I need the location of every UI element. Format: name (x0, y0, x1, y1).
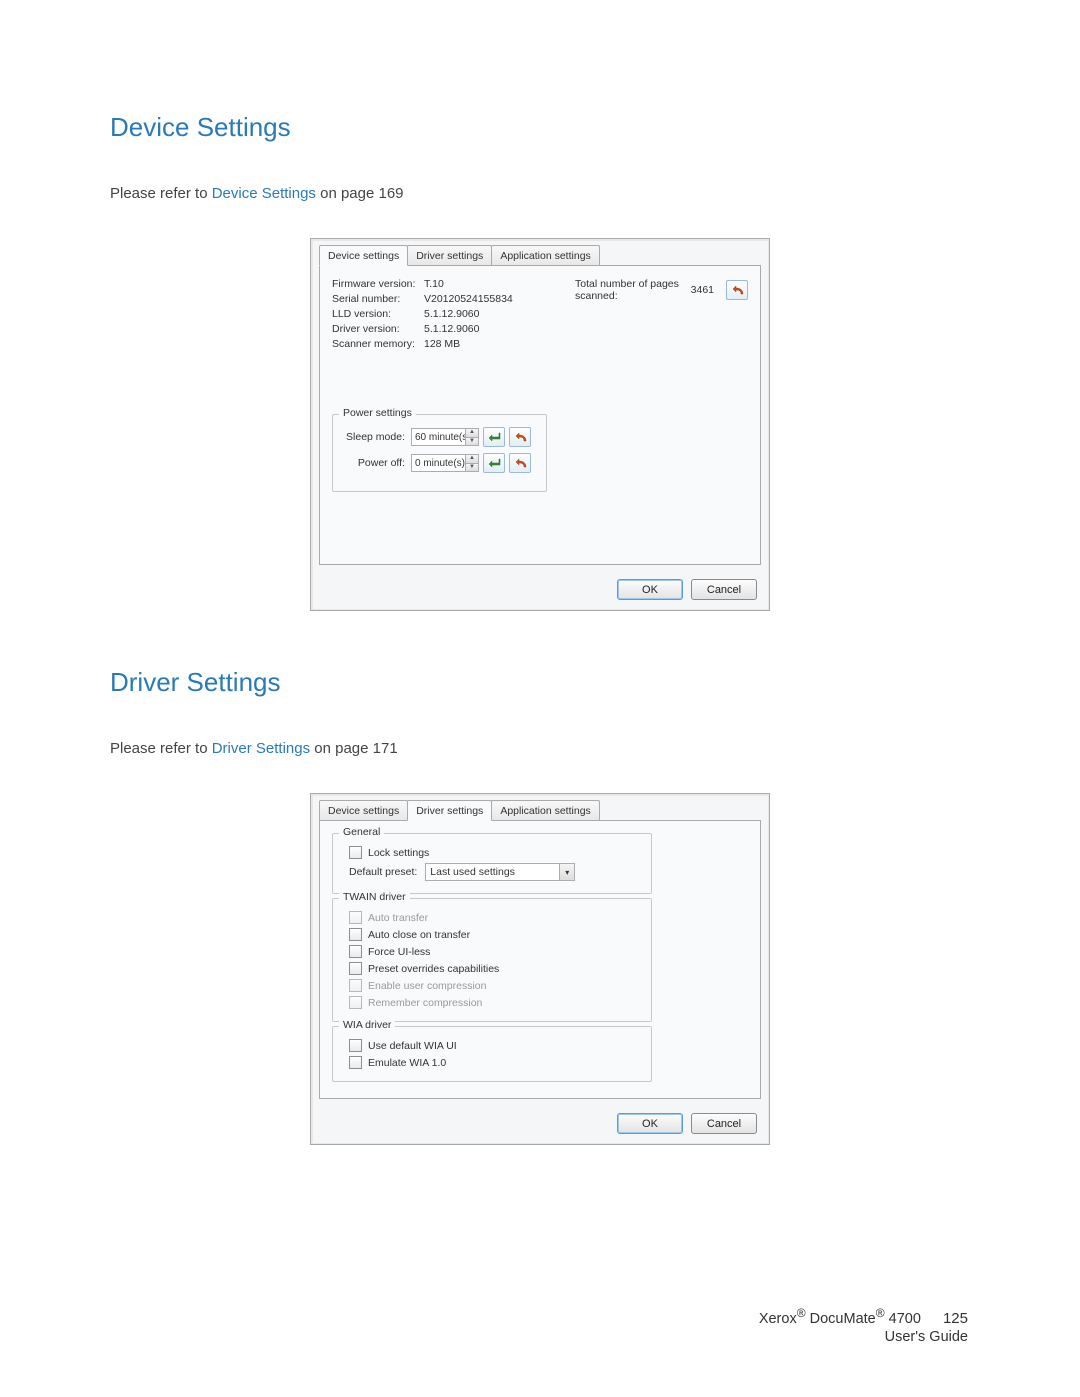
tab-panel-device: Firmware version:T.10 Serial number:V201… (319, 265, 761, 565)
lld-value: 5.1.12.9060 (424, 308, 479, 320)
sleep-label: Sleep mode: (343, 431, 411, 443)
reset-pages-button[interactable] (726, 280, 748, 300)
checkbox-lock-settings[interactable] (349, 846, 362, 859)
enable-compression-label: Enable user compression (368, 980, 486, 992)
tab-application-settings[interactable]: Application settings (491, 245, 599, 265)
undo-icon (514, 458, 527, 469)
poweroff-label: Power off: (343, 457, 411, 469)
group-twain: TWAIN driver Auto transfer Auto close on… (332, 898, 652, 1022)
refer-post: on page 171 (310, 740, 398, 757)
page-footer: Xerox® DocuMate® 4700 125 User's Guide (759, 1306, 968, 1345)
chevron-down-icon[interactable]: ▼ (465, 464, 478, 472)
checkbox-auto-transfer[interactable] (349, 911, 362, 924)
emulate-wia-label: Emulate WIA 1.0 (368, 1057, 446, 1069)
page-content: Device Settings Please refer to Device S… (0, 0, 1080, 1145)
chevron-up-icon[interactable]: ▲ (465, 429, 478, 438)
link-device-settings[interactable]: Device Settings (212, 185, 316, 202)
tab-device-settings[interactable]: Device settings (319, 800, 408, 820)
ok-button[interactable]: OK (617, 579, 683, 600)
sleep-value: 60 minute(s) (415, 432, 471, 443)
chevron-down-icon[interactable]: ▼ (465, 438, 478, 446)
pages-scanned-label: Total number of pages scanned: (575, 278, 683, 302)
default-preset-value: Last used settings (430, 866, 515, 878)
power-legend: Power settings (339, 407, 416, 419)
firmware-label: Firmware version: (332, 278, 424, 290)
enter-arrow-icon (488, 458, 501, 469)
lld-label: LLD version: (332, 308, 424, 320)
apply-poweroff-button[interactable] (483, 453, 505, 473)
tab-panel-driver: General Lock settings Default preset: La… (319, 820, 761, 1099)
mem-value: 128 MB (424, 338, 460, 350)
checkbox-force-uiless[interactable] (349, 945, 362, 958)
undo-icon (514, 432, 527, 443)
poweroff-spinner[interactable]: 0 minute(s) ▲▼ (411, 454, 479, 472)
mem-label: Scanner memory: (332, 338, 424, 350)
refer-driver-settings: Please refer to Driver Settings on page … (110, 740, 970, 757)
chevron-up-icon[interactable]: ▲ (465, 455, 478, 464)
default-preset-label: Default preset: (349, 866, 417, 878)
auto-close-label: Auto close on transfer (368, 929, 470, 941)
footer-brand-1: Xerox (759, 1311, 797, 1327)
refer-post: on page 169 (316, 185, 404, 202)
general-legend: General (339, 826, 384, 838)
preset-override-label: Preset overrides capabilities (368, 963, 499, 975)
refer-pre: Please refer to (110, 185, 212, 202)
checkbox-auto-close[interactable] (349, 928, 362, 941)
fieldset-power-settings: Power settings Sleep mode: 60 minute(s) … (332, 414, 547, 492)
device-info-column: Firmware version:T.10 Serial number:V201… (332, 278, 557, 492)
enter-arrow-icon (488, 432, 501, 443)
heading-driver-settings: Driver Settings (110, 667, 970, 698)
page-number: 125 (943, 1310, 968, 1327)
checkbox-use-default-wia[interactable] (349, 1039, 362, 1052)
use-default-wia-label: Use default WIA UI (368, 1040, 457, 1052)
sleep-spinner[interactable]: 60 minute(s) ▲▼ (411, 428, 479, 446)
pages-scanned-value: 3461 (691, 284, 714, 296)
apply-sleep-button[interactable] (483, 427, 505, 447)
footer-brand-3: 4700 (885, 1311, 921, 1327)
reset-sleep-button[interactable] (509, 427, 531, 447)
dialog-device-settings: Device settings Driver settings Applicat… (310, 238, 770, 611)
force-uiless-label: Force UI-less (368, 946, 430, 958)
ok-button[interactable]: OK (617, 1113, 683, 1134)
auto-transfer-label: Auto transfer (368, 912, 428, 924)
footer-subtitle: User's Guide (759, 1329, 968, 1345)
refer-pre: Please refer to (110, 740, 212, 757)
cancel-button[interactable]: Cancel (691, 1113, 757, 1134)
twain-legend: TWAIN driver (339, 891, 410, 903)
tab-application-settings[interactable]: Application settings (491, 800, 599, 820)
group-wia: WIA driver Use default WIA UI Emulate WI… (332, 1026, 652, 1082)
tab-driver-settings[interactable]: Driver settings (407, 800, 492, 821)
tab-driver-settings[interactable]: Driver settings (407, 245, 492, 265)
footer-brand-2: DocuMate (806, 1311, 876, 1327)
checkbox-enable-compression[interactable] (349, 979, 362, 992)
dialog-driver-settings: Device settings Driver settings Applicat… (310, 793, 770, 1145)
tab-bar: Device settings Driver settings Applicat… (313, 241, 767, 265)
checkbox-preset-override[interactable] (349, 962, 362, 975)
refer-device-settings: Please refer to Device Settings on page … (110, 185, 970, 202)
group-general: General Lock settings Default preset: La… (332, 833, 652, 894)
reset-poweroff-button[interactable] (509, 453, 531, 473)
link-driver-settings[interactable]: Driver Settings (212, 740, 310, 757)
firmware-value: T.10 (424, 278, 444, 290)
default-preset-combo[interactable]: Last used settings ▾ (425, 863, 575, 881)
undo-icon (731, 285, 744, 296)
driverv-value: 5.1.12.9060 (424, 323, 479, 335)
serial-label: Serial number: (332, 293, 424, 305)
lock-settings-label: Lock settings (368, 847, 429, 859)
wia-legend: WIA driver (339, 1019, 395, 1031)
poweroff-value: 0 minute(s) (415, 458, 465, 469)
tab-bar: Device settings Driver settings Applicat… (313, 796, 767, 820)
chevron-down-icon: ▾ (559, 864, 574, 880)
heading-device-settings: Device Settings (110, 112, 970, 143)
checkbox-remember-compression[interactable] (349, 996, 362, 1009)
tab-device-settings[interactable]: Device settings (319, 245, 408, 266)
serial-value: V20120524155834 (424, 293, 513, 305)
remember-compression-label: Remember compression (368, 997, 482, 1009)
driverv-label: Driver version: (332, 323, 424, 335)
cancel-button[interactable]: Cancel (691, 579, 757, 600)
checkbox-emulate-wia[interactable] (349, 1056, 362, 1069)
device-stats-column: Total number of pages scanned: 3461 (575, 278, 748, 492)
